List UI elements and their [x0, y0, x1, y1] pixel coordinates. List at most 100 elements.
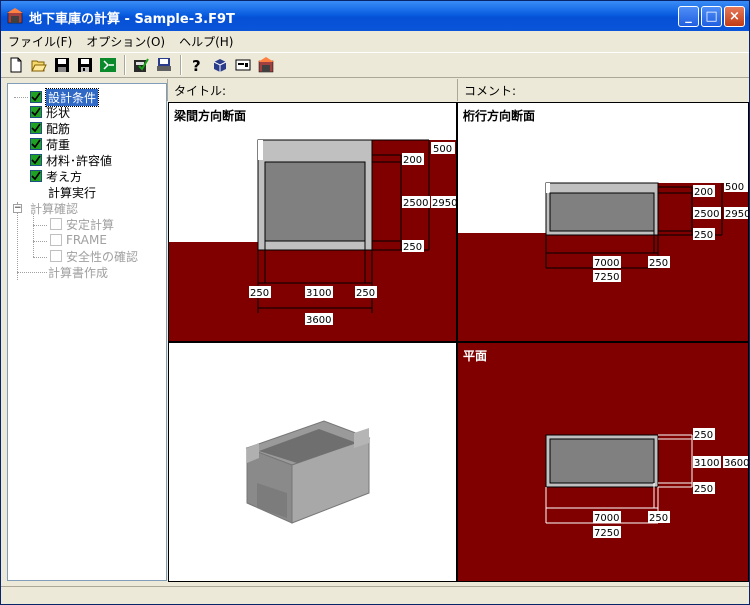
- checkbox-empty-icon: [50, 218, 62, 230]
- dim-label: 500: [433, 144, 452, 155]
- checkbox-empty-icon: [50, 234, 62, 246]
- tree-item-load[interactable]: 荷重: [30, 136, 70, 152]
- collapse-toggle[interactable]: −: [13, 204, 22, 213]
- girder-section-drawing: 500 200 2500 2950 250 7000 250 7250: [458, 180, 748, 341]
- tree-item-label: 計算実行: [48, 185, 97, 200]
- tree-connector: [33, 241, 47, 242]
- svg-text:?: ?: [192, 57, 201, 73]
- tree-item-label: 材料･許容値: [46, 153, 113, 168]
- dim-label: 250: [250, 288, 269, 299]
- tree-item-materials[interactable]: 材料･許容値: [30, 152, 112, 168]
- title-header[interactable]: タイトル:: [167, 79, 457, 101]
- open-folder-icon[interactable]: [28, 54, 50, 76]
- toolbar-separator: [180, 55, 182, 75]
- app-icon: [7, 8, 23, 24]
- dim-label: 2950: [725, 209, 748, 220]
- dim-label: 250: [694, 430, 713, 441]
- tree-item-run-calculation[interactable]: 計算実行: [48, 184, 96, 200]
- tree-connector: [14, 97, 28, 98]
- tree-connector: [33, 214, 34, 257]
- window-title: 地下車庫の計算 - Sample-3.F9T: [29, 12, 235, 27]
- dim-label: 7250: [594, 272, 619, 283]
- tree-connector: [33, 257, 47, 258]
- dim-label: 7000: [594, 258, 619, 269]
- menu-help[interactable]: ヘルプ(H): [172, 33, 240, 50]
- dim-label: 250: [356, 288, 375, 299]
- maximize-button[interactable]: □: [701, 6, 722, 27]
- box-interior: [264, 161, 366, 242]
- tree-connector: [17, 202, 18, 280]
- model-icon[interactable]: [209, 54, 231, 76]
- dialog-icon[interactable]: [232, 54, 254, 76]
- tree-item-reinforcement[interactable]: 配筋: [30, 120, 70, 136]
- save-as-icon[interactable]: [74, 54, 96, 76]
- dim-label: 200: [403, 155, 422, 166]
- pane-plan[interactable]: 250 3100 3600 250 7000 250 7250 平面: [457, 342, 749, 582]
- tree-item-frame[interactable]: FRAME: [50, 232, 107, 248]
- dim-label: 200: [694, 187, 713, 198]
- dim-label: 2500: [403, 198, 428, 209]
- tree-item-label: 形状: [46, 105, 71, 120]
- tree-item-label: 考え方: [46, 169, 83, 184]
- dim-label: 250: [649, 258, 668, 269]
- dim-label: 250: [403, 242, 422, 253]
- tree-item-calc-check[interactable]: 計算確認: [30, 200, 78, 216]
- tree-item-report[interactable]: 計算書作成: [48, 264, 108, 280]
- tree-view[interactable]: − 設計条件 形状 配筋 荷重 材料･許容値 考え方 計算実行 計算確認 安定計…: [7, 83, 167, 581]
- dim-label: 250: [694, 230, 713, 241]
- status-bar: [1, 586, 749, 604]
- pane-title: 桁行方向断面: [463, 109, 536, 123]
- tree-item-stability[interactable]: 安定計算: [50, 216, 114, 232]
- comment-header[interactable]: コメント:: [457, 79, 749, 101]
- tree-item-shape[interactable]: 形状: [30, 104, 70, 120]
- checkbox-checked-icon: [30, 91, 42, 103]
- new-file-icon[interactable]: [5, 54, 27, 76]
- app-window: 地下車庫の計算 - Sample-3.F9T _ □ × ファイル(F) オプシ…: [0, 0, 750, 605]
- dim-label: 7250: [594, 528, 619, 539]
- calculate-icon[interactable]: [130, 54, 152, 76]
- box-interior: [549, 192, 655, 232]
- help-icon[interactable]: ?: [186, 54, 208, 76]
- toolbar-separator: [124, 55, 126, 75]
- pane-title: 梁間方向断面: [174, 109, 247, 123]
- dim-label: 7000: [594, 513, 619, 524]
- tree-item-label: 配筋: [46, 121, 71, 136]
- toolbar: ?: [1, 52, 749, 78]
- checkbox-checked-icon: [30, 122, 42, 134]
- pane-girder-section[interactable]: 500 200 2500 2950 250 7000 250 7250 桁行方向…: [457, 102, 749, 342]
- dim-label: 250: [649, 513, 668, 524]
- menu-bar: ファイル(F) オプション(O) ヘルプ(H): [1, 31, 749, 51]
- box-3d-model: [245, 420, 371, 524]
- beam-section-drawing: 500 200 2500 2950 250 250 3100 250 3600: [169, 139, 456, 341]
- plan-drawing: 250 3100 3600 250 7000 250 7250: [545, 428, 748, 539]
- save-icon[interactable]: [51, 54, 73, 76]
- menu-file[interactable]: ファイル(F): [1, 33, 79, 50]
- tree-item-label: 計算書作成: [48, 265, 109, 280]
- checkbox-checked-icon: [30, 170, 42, 182]
- close-button[interactable]: ×: [724, 6, 745, 27]
- dim-label: 2950: [432, 198, 456, 209]
- checkbox-checked-icon: [30, 138, 42, 150]
- tree-item-safety[interactable]: 安全性の確認: [50, 248, 138, 264]
- menu-options[interactable]: オプション(O): [79, 33, 172, 50]
- pane-title: 平面: [463, 349, 488, 363]
- tree-item-approach[interactable]: 考え方: [30, 168, 82, 184]
- comment-header-label: コメント:: [464, 83, 517, 98]
- exit-icon[interactable]: [97, 54, 119, 76]
- print-icon[interactable]: [153, 54, 175, 76]
- soil-below: [458, 233, 748, 341]
- dim-label: 500: [725, 182, 744, 193]
- minimize-button[interactable]: _: [678, 6, 699, 27]
- tree-connector: [17, 272, 47, 273]
- checkbox-checked-icon: [30, 106, 42, 118]
- dim-label: 3100: [694, 458, 719, 469]
- pane-beam-section[interactable]: 500 200 2500 2950 250 250 3100 250 3600 …: [168, 102, 457, 342]
- title-bar[interactable]: 地下車庫の計算 - Sample-3.F9T _ □ ×: [1, 1, 749, 31]
- tree-connector: [33, 225, 47, 226]
- pane-3d-view[interactable]: [168, 342, 457, 582]
- tree-item-label: 安定計算: [66, 217, 115, 232]
- box-notch: [546, 183, 550, 193]
- building-icon[interactable]: [255, 54, 277, 76]
- checkbox-empty-icon: [50, 250, 62, 262]
- dim-label: 2500: [694, 209, 719, 220]
